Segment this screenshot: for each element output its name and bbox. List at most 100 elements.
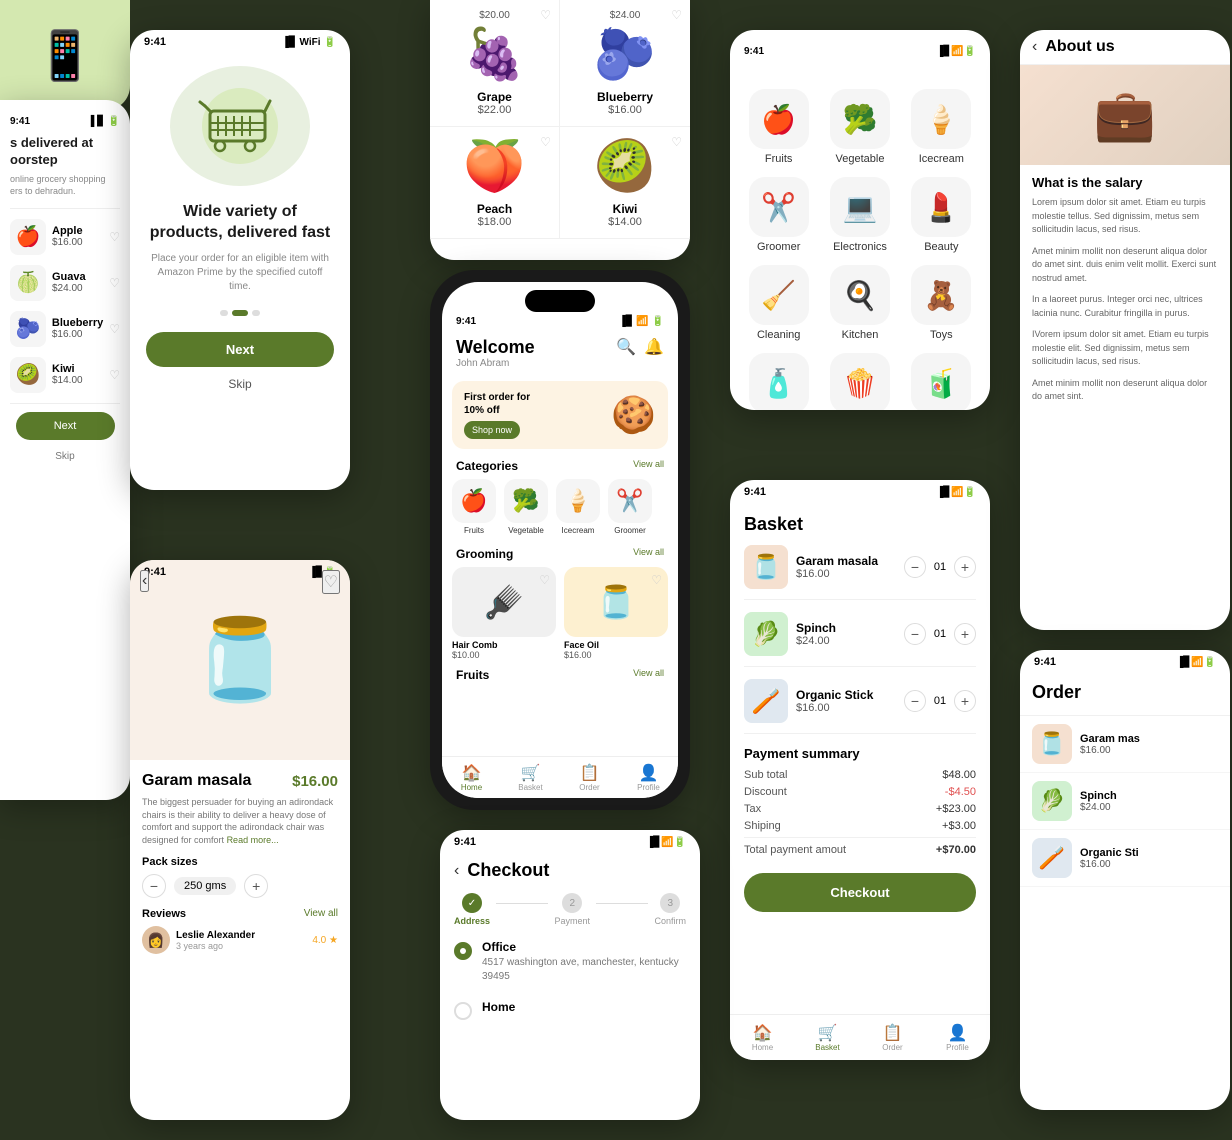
cat-grid-beauty[interactable]: 💄 Beauty <box>907 177 976 253</box>
basket-nav-profile-label: Profile <box>925 1043 990 1052</box>
organic-stick-decrease-btn[interactable]: − <box>904 690 926 712</box>
skip-button[interactable]: Skip <box>228 377 251 391</box>
order-item-garam: 🫙 Garam mas $16.00 <box>1020 716 1230 773</box>
toys-grid-label: Toys <box>907 329 976 341</box>
cat-grid-hygiene[interactable]: 🧴 Hygiene <box>744 353 813 410</box>
garam-decrease-btn[interactable]: − <box>904 556 926 578</box>
organic-stick-increase-btn[interactable]: + <box>954 690 976 712</box>
address-home[interactable]: Home <box>440 992 700 1028</box>
product-name-grape: Grape <box>440 90 549 104</box>
product-name-peach: Peach <box>440 202 549 216</box>
garam-basket-image: 🫙 <box>744 545 788 589</box>
increase-qty-button[interactable]: + <box>244 874 268 898</box>
category-vegetable[interactable]: 🥦 Vegetable <box>504 479 548 535</box>
read-more-link[interactable]: Read more... <box>227 835 279 845</box>
checkout-title: Checkout <box>467 860 549 881</box>
about-back-button[interactable]: ‹ <box>1032 38 1037 56</box>
heart-icon-blueberry[interactable]: ♡ <box>109 322 120 336</box>
item-price-blueberry: $16.00 <box>52 329 103 340</box>
heart-icon-kiwi[interactable]: ♡ <box>109 368 120 382</box>
checkout-back-button[interactable]: ‹ <box>454 862 459 880</box>
address-home-radio[interactable] <box>454 1002 472 1020</box>
order-status-time: 9:41 <box>1034 656 1056 668</box>
fruits-view-all[interactable]: View all <box>633 668 664 682</box>
cat-grid-groomer[interactable]: ✂️ Groomer <box>744 177 813 253</box>
bell-icon[interactable]: 🔔 <box>644 337 664 357</box>
shop-now-button[interactable]: Shop now <box>464 421 520 439</box>
product-description: The biggest persuader for buying an adir… <box>142 796 338 846</box>
payment-summary-title: Payment summary <box>744 746 976 761</box>
order-organic-image: 🪥 <box>1032 838 1072 878</box>
heart-icon-apple[interactable]: ♡ <box>109 230 120 244</box>
back-button-product[interactable]: ‹ <box>140 570 149 592</box>
discount-value: -$4.50 <box>945 786 976 798</box>
total-value: +$70.00 <box>936 844 976 856</box>
search-icon[interactable]: 🔍 <box>616 337 636 357</box>
nav-home[interactable]: 🏠 Home <box>442 763 501 792</box>
cat-grid-vegetable[interactable]: 🥦 Vegetable <box>825 89 894 165</box>
total-row: Total payment amout +$70.00 <box>744 837 976 856</box>
heart-icon-face-oil[interactable]: ♡ <box>651 573 662 587</box>
spinch-decrease-btn[interactable]: − <box>904 623 926 645</box>
basket-nav-profile[interactable]: 👤 Profile <box>925 1023 990 1052</box>
basket-nav-order[interactable]: 📋 Order <box>860 1023 925 1052</box>
category-icecream[interactable]: 🍦 Icecream <box>556 479 600 535</box>
reviews-view-all[interactable]: View all <box>304 908 338 920</box>
heart-icon-blueberry-top[interactable]: ♡ <box>671 8 682 22</box>
heart-icon-peach[interactable]: ♡ <box>540 135 551 149</box>
decrease-qty-button[interactable]: − <box>142 874 166 898</box>
categories-row: 🍎 Fruits 🥦 Vegetable 🍦 Icecream ✂️ Groom… <box>442 475 678 543</box>
cat-grid-icecream[interactable]: 🍦 Icecream <box>907 89 976 165</box>
far-left-status-time: 9:41 <box>10 116 30 127</box>
cat-grid-fruits[interactable]: 🍎 Fruits <box>744 89 813 165</box>
hair-comb-price: $10.00 <box>452 650 556 660</box>
next-button-far-left[interactable]: Next <box>16 412 115 440</box>
nav-profile[interactable]: 👤 Profile <box>619 763 678 792</box>
nav-basket[interactable]: 🛒 Basket <box>501 763 560 792</box>
product-cell-kiwi: ♡ 🥝 Kiwi $14.00 <box>560 127 690 239</box>
item-price-apple: $16.00 <box>52 237 83 248</box>
cat-grid-beverages[interactable]: 🧃 Beverages <box>907 353 976 410</box>
next-button[interactable]: Next <box>146 332 334 367</box>
heart-icon-guava[interactable]: ♡ <box>109 276 120 290</box>
step-address-label: Address <box>454 916 490 926</box>
nav-order[interactable]: 📋 Order <box>560 763 619 792</box>
basket-nav-basket[interactable]: 🛒 Basket <box>795 1023 860 1052</box>
tax-row: Tax +$23.00 <box>744 803 976 815</box>
checkout-header: ‹ Checkout <box>440 850 700 887</box>
cat-grid-snacks[interactable]: 🍿 Snacks <box>825 353 894 410</box>
heart-icon-hair-comb[interactable]: ♡ <box>539 573 550 587</box>
spinch-increase-btn[interactable]: + <box>954 623 976 645</box>
about-para-1: Lorem ipsum dolor sit amet. Etiam eu tur… <box>1032 196 1218 237</box>
address-home-title: Home <box>482 1000 515 1014</box>
icecream-label: Icecream <box>556 526 600 535</box>
icecream-grid-icon: 🍦 <box>911 89 971 149</box>
skip-label[interactable]: Skip <box>55 451 74 462</box>
organic-stick-qty: 01 <box>932 695 948 707</box>
categories-view-all[interactable]: View all <box>633 459 664 473</box>
garam-increase-btn[interactable]: + <box>954 556 976 578</box>
heart-icon-kiwi-top[interactable]: ♡ <box>671 135 682 149</box>
category-fruits[interactable]: 🍎 Fruits <box>452 479 496 535</box>
face-oil-name: Face Oil <box>564 640 668 650</box>
wishlist-button[interactable]: ♡ <box>322 570 340 594</box>
heart-icon-grape[interactable]: ♡ <box>540 8 551 22</box>
cat-grid-electronics[interactable]: 💻 Electronics <box>825 177 894 253</box>
address-office[interactable]: Office 4517 washington ave, manchester, … <box>440 932 700 992</box>
organic-stick-basket-name: Organic Stick <box>796 688 896 702</box>
pack-sizes-label: Pack sizes <box>142 856 338 868</box>
product-price-peach: $18.00 <box>440 216 549 228</box>
grooming-view-all[interactable]: View all <box>633 547 664 561</box>
main-status-bar: 9:41 ▐▊ 📶 🔋 <box>442 316 678 331</box>
main-phone-card: 9:41 ▐▊ 📶 🔋 Welcome John Abram 🔍 🔔 First… <box>430 270 690 810</box>
basket-nav-home[interactable]: 🏠 Home <box>730 1023 795 1052</box>
reviewer-avatar: 👩 <box>142 926 170 954</box>
address-office-radio[interactable] <box>454 942 472 960</box>
garam-qty: 01 <box>932 561 948 573</box>
category-groomer[interactable]: ✂️ Groomer <box>608 479 652 535</box>
cat-grid-kitchen[interactable]: 🍳 Kitchen <box>825 265 894 341</box>
cat-grid-toys[interactable]: 🧸 Toys <box>907 265 976 341</box>
checkout-button[interactable]: Checkout <box>744 873 976 912</box>
garam-basket-price: $16.00 <box>796 568 896 580</box>
cat-grid-cleaning[interactable]: 🧹 Cleaning <box>744 265 813 341</box>
